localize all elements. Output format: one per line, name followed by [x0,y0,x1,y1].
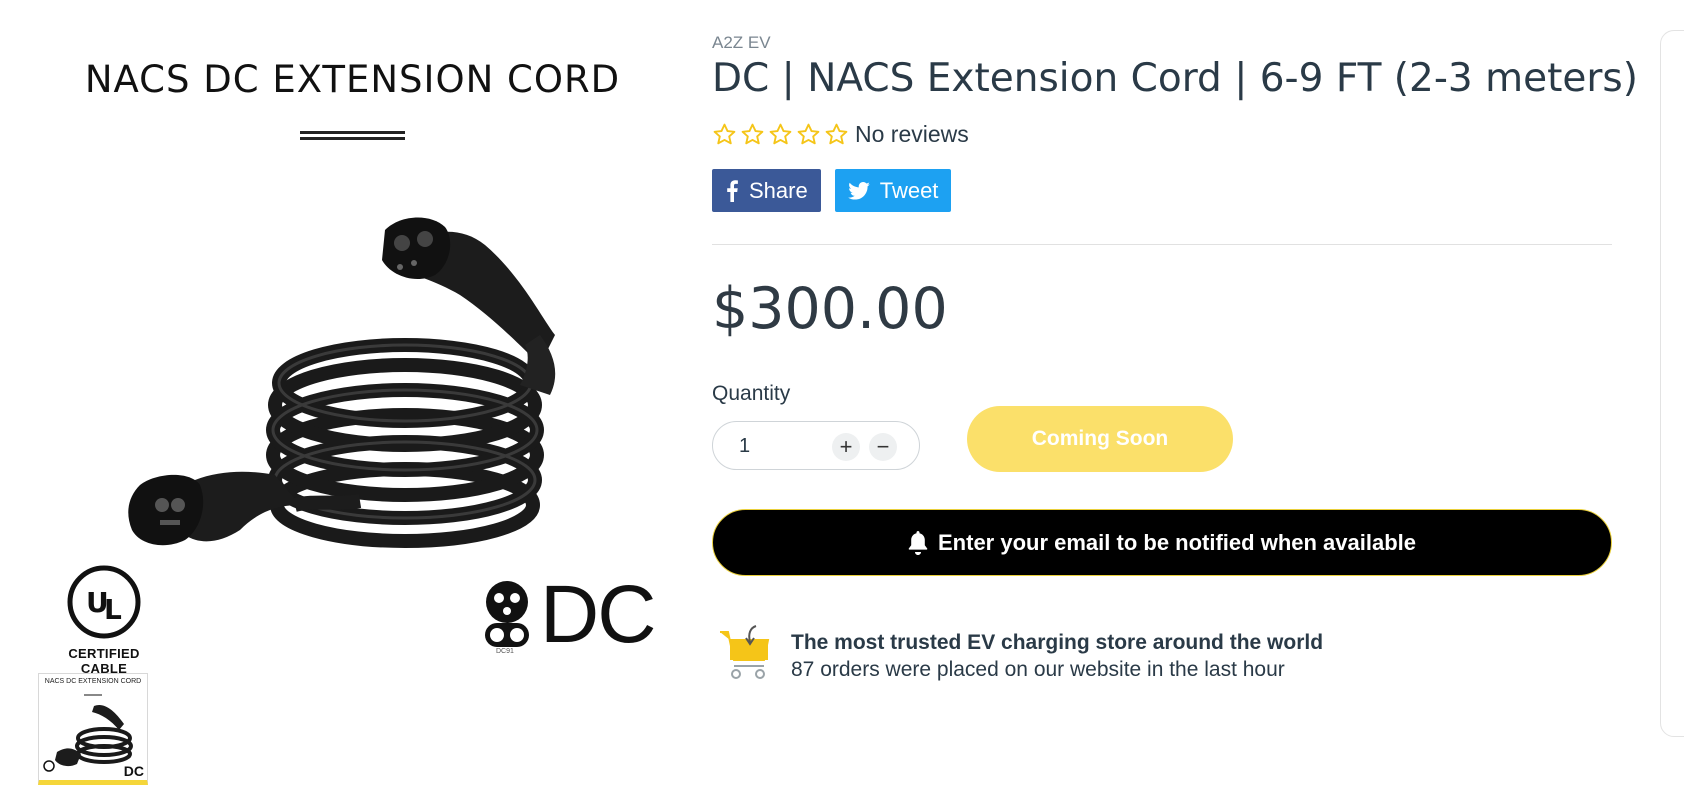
ul-icon: U L [67,565,141,639]
trust-subtitle: 87 orders were placed on our website in … [791,658,1285,681]
rating-stars [712,122,849,147]
coming-soon-button[interactable]: Coming Soon [967,406,1233,472]
product-rating[interactable]: No reviews [712,121,969,148]
star-outline-icon [825,123,848,145]
product-vendor[interactable]: A2Z EV [712,33,771,53]
product-main-image[interactable]: NACS DC EXTENSION CORD U L CERTIFIED CAB… [30,40,670,676]
thumbnail-dc-label: DC [123,763,144,779]
product-media: NACS DC EXTENSION CORD U L CERTIFIED CAB… [0,0,680,812]
twitter-icon [847,181,870,200]
reviews-count: No reviews [855,121,969,147]
notify-label: Enter your email to be notified when ava… [938,529,1416,555]
ul-certified-label: CERTIFIED CABLE [68,646,140,676]
share-label: Share [749,177,808,203]
dc-logo: DC91 DC [480,569,690,670]
star-outline-icon [769,123,792,145]
product-title: DC | NACS Extension Cord | 6-9 FT (2-3 m… [712,56,1638,101]
divider [712,244,1612,245]
trust-title: The most trusted EV charging store aroun… [791,631,1324,654]
facebook-share-button[interactable]: Share [712,169,821,212]
star-outline-icon [713,123,736,145]
hero-title: NACS DC EXTENSION CORD [84,58,621,101]
tweet-label: Tweet [879,177,939,203]
shopping-cart-icon [720,625,770,679]
facebook-icon [727,179,738,202]
bell-icon [908,530,928,555]
quantity-input[interactable] [737,434,801,459]
quantity-label: Quantity [712,382,791,405]
product-thumbnail[interactable]: NACS DC EXTENSION CORD DC [38,673,148,785]
social-share: Share Tweet [712,169,952,212]
hero-double-rule [300,131,405,143]
minus-icon: − [876,434,890,459]
quantity-stepper: + − [712,421,920,470]
trust-badge: The most trusted EV charging store aroun… [716,622,1516,682]
star-outline-icon [797,123,820,145]
dc-small-label: DC91 [496,648,514,655]
star-outline-icon [741,123,764,145]
product-info: A2Z EV DC | NACS Extension Cord | 6-9 FT… [712,0,1638,812]
extension-cord-image [128,217,556,548]
product-price: $300.00 [712,276,948,342]
twitter-tweet-button[interactable]: Tweet [834,169,952,212]
notify-when-available-button[interactable]: Enter your email to be notified when ava… [712,509,1612,576]
plus-icon: + [839,434,853,459]
ccs-connector-icon [485,581,529,647]
svg-text:L: L [104,593,122,626]
quantity-increase-button[interactable]: + [832,433,860,461]
ul-certified-logo: U L CERTIFIED CABLE [44,565,164,676]
quantity-decrease-button[interactable]: − [869,433,897,461]
dc-label: DC [540,569,656,660]
side-panel-edge [1660,30,1684,737]
